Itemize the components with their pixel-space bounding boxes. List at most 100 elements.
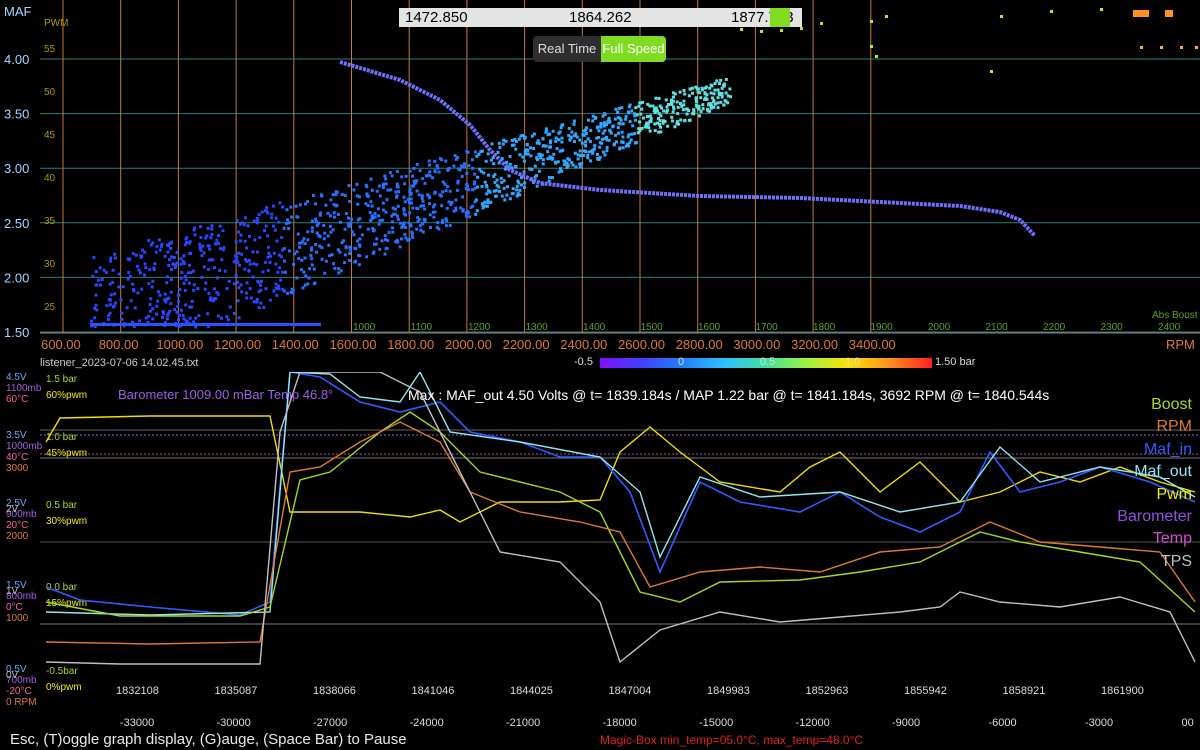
scatter-point [206, 226, 210, 230]
scatter-point [637, 127, 641, 131]
scatter-point [336, 248, 340, 252]
scatter-point [310, 257, 314, 261]
axis-1v-label: 1V [6, 586, 19, 597]
scatter-point [349, 248, 353, 252]
scatter-point [383, 234, 387, 238]
axis-bar-label: 1.5 bar [46, 374, 78, 385]
scatter-point [202, 265, 206, 269]
scatter-point [252, 262, 256, 266]
scatter-point [508, 155, 512, 159]
scatter-point [98, 283, 102, 287]
scatter-point [445, 206, 449, 210]
scatter-point [649, 117, 653, 121]
rpm-tick-label: 3000.00 [733, 337, 780, 352]
rpm-axis-label: RPM [1166, 337, 1195, 352]
scatter-point [182, 282, 186, 286]
color-scale-row: listener_2023-07-06 14.02.45.txt -0.5 0 … [0, 354, 1200, 371]
scatter-point [723, 99, 727, 103]
scatter-point [156, 299, 160, 303]
scatter-point [292, 262, 296, 266]
scatter-point [270, 216, 274, 220]
scatter-point [304, 202, 308, 206]
axis-pwm-label: 30%pwm [46, 516, 87, 527]
scatter-point [248, 234, 252, 238]
scatter-point [369, 219, 373, 223]
scatter-point [301, 286, 305, 290]
scatter-point [415, 189, 419, 193]
scatter-point [163, 292, 167, 296]
scatter-point [98, 266, 102, 270]
scatter-point [154, 312, 158, 316]
scatter-point [429, 225, 433, 229]
scatter-point [624, 144, 628, 148]
scatter-point [365, 192, 369, 196]
fullspeed-button[interactable]: Full Speed [601, 36, 666, 62]
scatter-point [505, 193, 509, 197]
scatter-point [560, 123, 564, 127]
scatter-point [315, 224, 319, 228]
scatter-point [186, 271, 190, 275]
scatter-point [251, 275, 255, 279]
scatter-point [155, 304, 159, 308]
scatter-point [227, 279, 231, 283]
scatter-point [495, 183, 499, 187]
scatter-point [167, 258, 171, 262]
legend-item-boost: Boost [1151, 396, 1192, 413]
scatter-point [627, 105, 631, 109]
scatter-point [174, 323, 177, 326]
scatter-point [100, 278, 104, 282]
scatter-point [95, 308, 99, 312]
scatter-point [574, 132, 578, 136]
scatter-point [137, 268, 141, 272]
axis-pwm-label: 0%pwm [46, 682, 82, 693]
scatter-point [1133, 10, 1149, 17]
scatter-point [312, 267, 316, 271]
scatter-point [159, 244, 163, 248]
scatter-point [348, 199, 352, 203]
scatter-point [199, 235, 203, 239]
scatter-point [458, 168, 462, 172]
scatter-point [369, 177, 373, 181]
scatter-point [384, 210, 388, 214]
scatter-point [213, 323, 216, 326]
scatter-point [349, 221, 353, 225]
scatter-point [159, 323, 162, 326]
scatter-point [314, 220, 318, 224]
scatter-point [607, 138, 611, 142]
scatter-point [126, 257, 130, 261]
scatter-point [113, 292, 117, 296]
scatter-point [652, 109, 656, 113]
scatter-point [541, 144, 545, 148]
scatter-point [347, 216, 351, 220]
scatter-point [226, 318, 230, 322]
scatter-point [341, 239, 345, 243]
scatter-point [222, 246, 226, 250]
scatter-point [94, 293, 98, 297]
scatter-point [633, 141, 637, 145]
scatter-point [283, 270, 287, 274]
scatter-point [239, 233, 243, 237]
realtime-button[interactable]: Real Time [533, 36, 601, 62]
scatter-point [216, 276, 220, 280]
time-range-bar[interactable]: 1472.850 1864.262 1877.753 [399, 8, 802, 27]
scatter-point [338, 220, 342, 224]
scatter-point [648, 129, 652, 133]
scatter-point [696, 90, 700, 94]
scatter-point [526, 152, 530, 156]
boost-trace [45, 411, 1196, 617]
boost-tick-label: 2000 [928, 322, 951, 333]
range-handle[interactable] [770, 8, 790, 27]
scatter-point [475, 209, 479, 213]
scatter-point [177, 299, 181, 303]
scatter-point [409, 191, 413, 195]
scatter-point [704, 96, 708, 100]
scatter-point [177, 323, 180, 326]
scatter-point [330, 253, 334, 257]
scatter-point [253, 238, 257, 242]
scatter-point [409, 224, 413, 228]
scatter-point [265, 206, 269, 210]
scatter-point [245, 246, 249, 250]
scatter-point [158, 293, 162, 297]
scatter-point [131, 282, 135, 286]
scatter-point [246, 224, 250, 228]
